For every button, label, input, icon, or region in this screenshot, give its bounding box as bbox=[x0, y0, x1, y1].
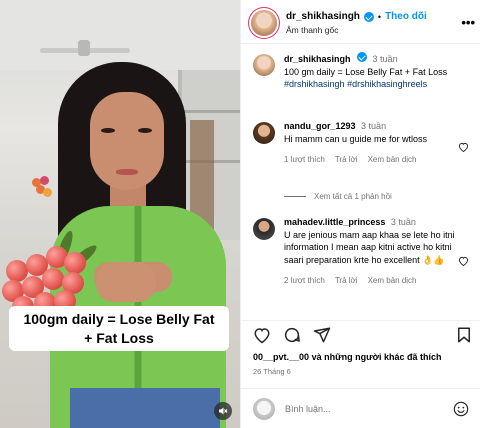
comment-text: Hi mamm can u guide me for wtloss bbox=[284, 133, 428, 144]
comment-likes-count[interactable]: 2 lượt thích bbox=[284, 275, 325, 288]
caption-username[interactable]: dr_shikhasingh bbox=[284, 54, 351, 64]
flower bbox=[43, 188, 52, 197]
see-translation-button[interactable]: Xem bản dịch bbox=[368, 154, 417, 167]
reel-video[interactable]: 100gm daily = Lose Belly Fat + Fat Loss bbox=[0, 0, 240, 428]
heart-outline-icon bbox=[254, 328, 270, 344]
heart-outline-icon bbox=[458, 256, 469, 266]
speaker-muted-icon bbox=[219, 407, 228, 415]
more-options-icon[interactable]: ••• bbox=[461, 15, 475, 30]
commenter-avatar[interactable] bbox=[253, 218, 275, 240]
comment-body: nandu_gor_1293 3 tuần Hi mamm can u guid… bbox=[284, 120, 456, 167]
comment-username[interactable]: nandu_gor_1293 bbox=[284, 121, 356, 131]
comments-scroll[interactable]: dr_shikhasingh 3 tuần 100 gm daily = Los… bbox=[241, 44, 480, 320]
ceiling-fan-hub bbox=[78, 40, 90, 56]
comment-body: mahadev.little_princess 3 tuần U are jen… bbox=[284, 216, 456, 288]
heart-outline-icon bbox=[458, 142, 469, 152]
paper-plane-icon bbox=[313, 327, 331, 343]
like-comment-button[interactable] bbox=[458, 142, 469, 152]
commenter-avatar[interactable] bbox=[253, 122, 275, 144]
comment-likes-count[interactable]: 1 lượt thích bbox=[284, 154, 325, 167]
window-bar bbox=[182, 110, 240, 113]
hashtag-link[interactable]: #drshikhasinghreels bbox=[347, 79, 427, 89]
author-username[interactable]: dr_shikhasingh bbox=[286, 11, 360, 22]
reply-button[interactable]: Trả lời bbox=[335, 275, 358, 288]
save-button[interactable] bbox=[455, 326, 473, 344]
emoji-smiley-icon bbox=[453, 401, 469, 417]
flower bbox=[40, 176, 49, 185]
verified-badge-icon bbox=[357, 52, 368, 62]
view-replies-label: Xem tất cả 1 phản hồi bbox=[314, 192, 392, 201]
lychee bbox=[64, 252, 86, 274]
mute-button[interactable] bbox=[214, 402, 232, 420]
flowers bbox=[30, 176, 52, 216]
bookmark-icon bbox=[458, 327, 470, 343]
actions-divider bbox=[241, 320, 480, 321]
post-header: dr_shikhasingh • Theo dõi Âm thanh gốc •… bbox=[251, 5, 475, 41]
jeans bbox=[70, 388, 220, 428]
face bbox=[90, 92, 164, 190]
separator-dot: • bbox=[377, 11, 382, 22]
post-actions bbox=[251, 324, 475, 346]
comment-item: nandu_gor_1293 3 tuần Hi mamm can u guid… bbox=[253, 120, 477, 167]
liked-by-others[interactable]: và những người khác đã thích bbox=[312, 352, 442, 362]
hashtag-link[interactable]: #drshikhasingh bbox=[284, 79, 345, 89]
current-user-avatar bbox=[253, 398, 275, 420]
post-panel: dr_shikhasingh • Theo dõi Âm thanh gốc •… bbox=[240, 0, 480, 428]
comment-item: mahadev.little_princess 3 tuần U are jen… bbox=[253, 216, 477, 288]
video-caption-line-1: 100gm daily = Lose Belly Fat bbox=[23, 311, 215, 327]
add-comment-bar bbox=[253, 396, 471, 422]
video-caption-overlay: 100gm daily = Lose Belly Fat + Fat Loss bbox=[9, 306, 229, 351]
lychee bbox=[42, 268, 64, 290]
comment-time: 3 tuần bbox=[390, 217, 416, 227]
author-avatar[interactable] bbox=[251, 10, 277, 36]
comment-time: 3 tuần bbox=[361, 121, 387, 131]
pointing-hand bbox=[96, 262, 156, 302]
comment-username[interactable]: mahadev.little_princess bbox=[284, 217, 385, 227]
post-caption: dr_shikhasingh 3 tuần 100 gm daily = Los… bbox=[253, 52, 477, 91]
video-caption-line-2: + Fat Loss bbox=[84, 329, 154, 348]
like-button[interactable] bbox=[253, 326, 271, 344]
comment-input[interactable] bbox=[285, 404, 435, 414]
caption-text: 100 gm daily = Lose Belly Fat + Fat Loss bbox=[284, 66, 448, 77]
verified-badge-icon bbox=[363, 11, 374, 22]
eye bbox=[101, 128, 115, 133]
comment-meta: 1 lượt thích Trả lời Xem bản dịch bbox=[284, 154, 456, 167]
lips bbox=[116, 169, 138, 175]
reply-button[interactable]: Trả lời bbox=[335, 154, 358, 167]
header-text: dr_shikhasingh • Theo dõi Âm thanh gốc bbox=[286, 11, 427, 35]
comment-input-divider bbox=[241, 388, 480, 389]
like-comment-button[interactable] bbox=[458, 256, 469, 266]
caption-avatar[interactable] bbox=[253, 54, 275, 76]
original-audio-link[interactable]: Âm thanh gốc bbox=[286, 25, 427, 35]
liked-by-user[interactable]: 00__pvt.__00 bbox=[253, 352, 309, 362]
speech-bubble-icon bbox=[284, 327, 300, 343]
eye bbox=[138, 128, 152, 133]
replies-line bbox=[284, 196, 306, 197]
comment-text: U are jenious mam aap khaa se lete ho it… bbox=[284, 229, 455, 265]
comment-meta: 2 lượt thích Trả lời Xem bản dịch bbox=[284, 275, 456, 288]
caption-time: 3 tuần bbox=[372, 54, 398, 64]
caption-body: dr_shikhasingh 3 tuần 100 gm daily = Los… bbox=[284, 52, 456, 91]
likes-summary[interactable]: 00__pvt.__00 và những người khác đã thíc… bbox=[253, 352, 442, 362]
ceiling bbox=[0, 0, 240, 70]
comment-button[interactable] bbox=[283, 326, 301, 344]
header-row: dr_shikhasingh • Theo dõi bbox=[286, 11, 427, 22]
share-button[interactable] bbox=[313, 326, 331, 344]
post-date[interactable]: 26 Tháng 6 bbox=[253, 367, 291, 376]
see-translation-button[interactable]: Xem bản dịch bbox=[368, 275, 417, 288]
follow-button[interactable]: Theo dõi bbox=[385, 11, 427, 22]
emoji-button[interactable] bbox=[453, 401, 469, 417]
view-replies-button[interactable]: Xem tất cả 1 phản hồi bbox=[284, 192, 392, 201]
